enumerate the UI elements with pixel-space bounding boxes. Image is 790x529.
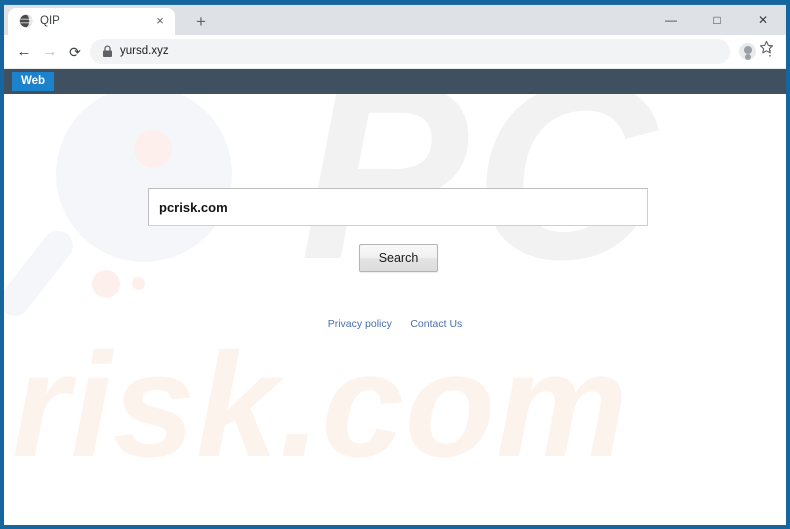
site-nav-bar: Web [4,69,786,94]
watermark-dot [134,130,172,168]
search-button[interactable]: Search [359,244,438,272]
globe-icon [19,14,33,28]
search-page-canvas: PC risk.com Search Privacy policy Contac… [4,94,786,525]
watermark-text-risk: risk.com [12,323,629,488]
footer-links: Privacy policy Contact Us [4,314,786,332]
browser-window-inner: QIP × + — □ ✕ ← → ⟳ yursd.xyz ⋮ Web PC r… [4,4,786,525]
browser-tab-qip[interactable]: QIP × [8,8,175,35]
reload-icon[interactable]: ⟳ [62,39,88,65]
window-close-button[interactable]: ✕ [740,5,786,35]
profile-avatar-icon[interactable] [739,43,756,60]
back-icon[interactable]: ← [11,39,37,65]
link-privacy-policy[interactable]: Privacy policy [328,318,392,330]
magnifying-glass-watermark [56,94,232,262]
lock-icon [102,45,113,58]
address-bar[interactable]: yursd.xyz [90,39,730,64]
browser-toolbar: ← → ⟳ yursd.xyz ⋮ [4,35,786,69]
tab-close-icon[interactable]: × [153,14,167,28]
new-tab-button[interactable]: + [190,11,212,33]
nav-tab-web[interactable]: Web [12,72,55,91]
forward-icon[interactable]: → [37,39,63,65]
tab-title: QIP [40,15,60,27]
browser-menu-icon[interactable]: ⋮ [761,40,779,62]
watermark-dot [92,270,120,298]
url-text: yursd.xyz [120,45,169,57]
link-contact-us[interactable]: Contact Us [410,318,462,330]
page-content: Web PC risk.com Search Privacy poli [4,69,786,525]
watermark-dot [132,277,145,290]
magnifying-glass-handle-watermark [4,224,79,323]
tab-strip: QIP × + — □ ✕ [4,4,786,35]
window-minimize-button[interactable]: — [648,5,694,35]
browser-window: QIP × + — □ ✕ ← → ⟳ yursd.xyz ⋮ Web PC r… [0,0,790,529]
window-maximize-button[interactable]: □ [694,5,740,35]
search-input[interactable] [148,188,648,226]
